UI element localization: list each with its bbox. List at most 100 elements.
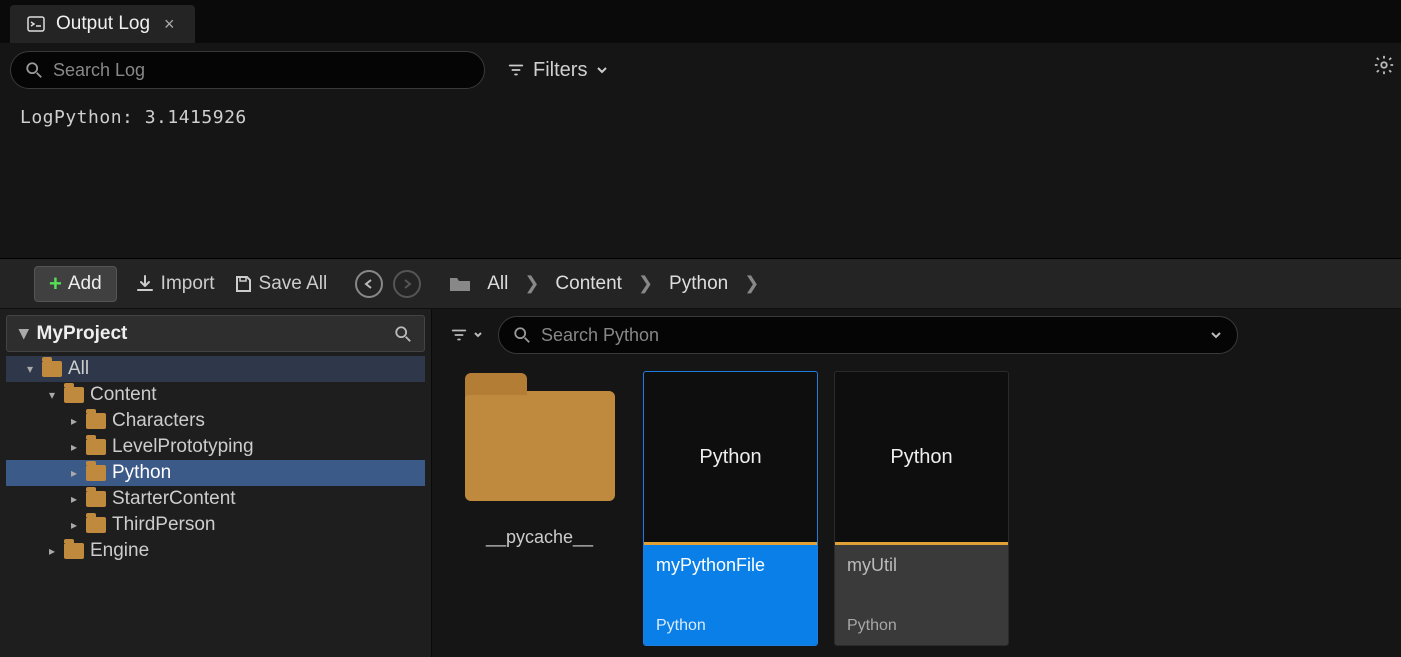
project-name: MyProject xyxy=(37,323,128,344)
tree-header[interactable]: ▾ MyProject xyxy=(6,315,425,352)
asset-name: myUtil xyxy=(847,555,996,576)
chevron-down-icon: ▾ xyxy=(46,388,58,402)
log-output: LogPython: 3.1415926 xyxy=(0,97,1401,138)
asset-thumbnail: Python xyxy=(835,372,1008,542)
filter-icon xyxy=(507,61,525,79)
asset-type: Python xyxy=(656,617,805,635)
chevron-down-icon xyxy=(595,63,609,77)
close-icon[interactable]: × xyxy=(160,14,179,35)
search-assets[interactable] xyxy=(498,316,1238,354)
chevron-down-icon: ▾ xyxy=(19,323,29,344)
folder-icon xyxy=(449,275,471,293)
tree-label: Characters xyxy=(112,410,205,432)
folder-icon xyxy=(86,413,106,429)
add-label: Add xyxy=(68,273,102,295)
breadcrumb-item[interactable]: Content xyxy=(555,273,622,295)
asset-info: myUtil Python xyxy=(835,545,1008,645)
asset-folder[interactable]: __pycache__ xyxy=(452,371,627,548)
chevron-right-icon: ▸ xyxy=(68,492,80,506)
output-log-toolbar: Filters xyxy=(0,43,1401,97)
nav-forward-button[interactable] xyxy=(393,270,421,298)
import-label: Import xyxy=(161,273,215,295)
nav-arrows xyxy=(355,270,421,298)
chevron-down-icon[interactable] xyxy=(1209,328,1223,342)
tree-label: ThirdPerson xyxy=(112,514,216,536)
search-icon[interactable] xyxy=(394,325,412,343)
breadcrumb-root[interactable]: All xyxy=(487,273,508,295)
asset-python-file[interactable]: Python myPythonFile Python xyxy=(643,371,818,646)
terminal-icon xyxy=(26,14,46,34)
folder-icon xyxy=(64,543,84,559)
sources-tree: ▾ All ▾ Content ▸ Characters ▸ LevelProt… xyxy=(6,356,425,564)
asset-grid-panel: __pycache__ Python myPythonFile Python P… xyxy=(432,309,1401,657)
tree-label: Python xyxy=(112,462,171,484)
asset-name: myPythonFile xyxy=(656,555,805,576)
asset-thumbnail: Python xyxy=(644,372,817,542)
tree-label: LevelPrototyping xyxy=(112,436,254,458)
folder-icon xyxy=(64,387,84,403)
save-icon xyxy=(233,274,253,294)
chevron-right-icon: ▸ xyxy=(68,518,80,532)
log-line: LogPython: 3.1415926 xyxy=(20,107,1381,128)
content-browser-panel: + Add Import Save All xyxy=(0,258,1401,657)
tree-item-python[interactable]: ▸ Python xyxy=(6,460,425,486)
tab-output-log[interactable]: Output Log × xyxy=(10,5,195,43)
folder-icon xyxy=(465,391,615,501)
nav-back-button[interactable] xyxy=(355,270,383,298)
chevron-down-icon: ▾ xyxy=(24,362,36,376)
folder-icon xyxy=(86,517,106,533)
tab-title: Output Log xyxy=(56,13,150,35)
grid-filter-button[interactable] xyxy=(450,326,484,344)
asset-type-label: Python xyxy=(890,446,952,469)
content-browser-toolbar: + Add Import Save All xyxy=(0,259,1401,309)
search-icon xyxy=(513,326,531,344)
search-log[interactable] xyxy=(10,51,485,89)
save-all-button[interactable]: Save All xyxy=(233,273,328,295)
asset-python-file[interactable]: Python myUtil Python xyxy=(834,371,1009,646)
tree-item-all[interactable]: ▾ All xyxy=(6,356,425,382)
filters-label: Filters xyxy=(533,59,587,82)
chevron-right-icon: ❯ xyxy=(638,273,653,294)
gear-icon[interactable] xyxy=(1373,54,1395,76)
asset-grid: __pycache__ Python myPythonFile Python P… xyxy=(432,361,1401,657)
search-assets-input[interactable] xyxy=(541,325,1223,346)
folder-icon xyxy=(86,439,106,455)
tree-label: StarterContent xyxy=(112,488,236,510)
asset-grid-toolbar xyxy=(432,309,1401,361)
tree-item-levelprototyping[interactable]: ▸ LevelPrototyping xyxy=(6,434,425,460)
asset-name: __pycache__ xyxy=(486,527,593,548)
search-log-input[interactable] xyxy=(53,60,470,81)
save-all-label: Save All xyxy=(259,273,328,295)
tree-item-characters[interactable]: ▸ Characters xyxy=(6,408,425,434)
breadcrumb: All ❯ Content ❯ Python ❯ xyxy=(449,273,759,295)
plus-icon: + xyxy=(49,271,62,297)
tree-label: All xyxy=(68,358,89,380)
add-button[interactable]: + Add xyxy=(34,266,117,302)
tree-item-startercontent[interactable]: ▸ StarterContent xyxy=(6,486,425,512)
tree-label: Engine xyxy=(90,540,149,562)
tab-bar: Output Log × xyxy=(0,0,1401,43)
chevron-right-icon: ▸ xyxy=(68,466,80,480)
chevron-right-icon: ▸ xyxy=(46,544,58,558)
search-icon xyxy=(25,61,43,79)
content-browser-body: ▾ MyProject ▾ All ▾ Content ▸ Characters xyxy=(0,309,1401,657)
filters-button[interactable]: Filters xyxy=(499,55,617,86)
tree-item-thirdperson[interactable]: ▸ ThirdPerson xyxy=(6,512,425,538)
import-icon xyxy=(135,274,155,294)
folder-icon xyxy=(42,361,62,377)
tree-item-engine[interactable]: ▸ Engine xyxy=(6,538,425,564)
sources-tree-panel: ▾ MyProject ▾ All ▾ Content ▸ Characters xyxy=(0,309,432,657)
import-button[interactable]: Import xyxy=(135,273,215,295)
folder-icon xyxy=(86,491,106,507)
output-log-panel: Output Log × Filters LogPython: 3.141592… xyxy=(0,0,1401,258)
chevron-right-icon: ▸ xyxy=(68,414,80,428)
chevron-right-icon: ❯ xyxy=(744,273,759,294)
asset-info: myPythonFile Python xyxy=(644,545,817,645)
asset-type: Python xyxy=(847,617,996,635)
folder-icon xyxy=(86,465,106,481)
asset-type-label: Python xyxy=(699,446,761,469)
tree-label: Content xyxy=(90,384,157,406)
chevron-right-icon: ▸ xyxy=(68,440,80,454)
breadcrumb-item[interactable]: Python xyxy=(669,273,728,295)
tree-item-content[interactable]: ▾ Content xyxy=(6,382,425,408)
